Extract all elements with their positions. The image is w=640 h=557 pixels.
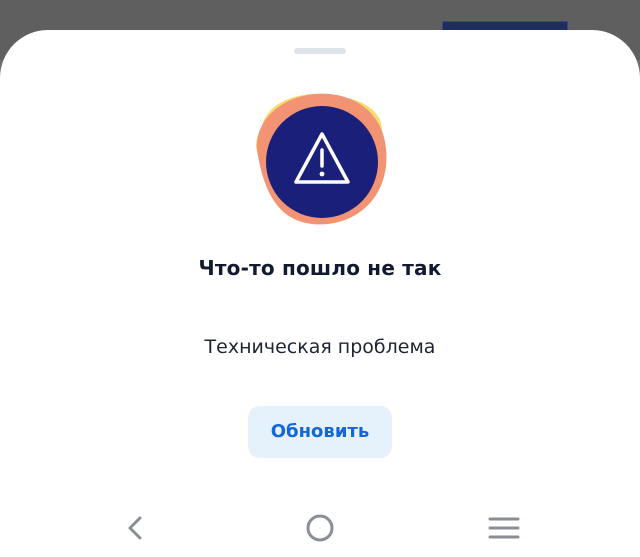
error-bottom-sheet: Что-то пошло не так Техническая проблема… xyxy=(0,30,640,557)
error-message: Техническая проблема xyxy=(204,336,436,358)
chevron-left-icon[interactable] xyxy=(114,506,158,550)
error-title: Что-то пошло не так xyxy=(198,256,442,280)
warning-exclamation-dot xyxy=(319,171,325,177)
refresh-button[interactable]: Обновить xyxy=(248,406,392,458)
warning-triangle-icon xyxy=(256,93,387,225)
circle-home-icon[interactable] xyxy=(298,506,342,550)
system-navigation-bar xyxy=(0,500,640,557)
sheet-drag-handle[interactable] xyxy=(294,48,346,54)
hamburger-menu-icon[interactable] xyxy=(482,506,526,550)
